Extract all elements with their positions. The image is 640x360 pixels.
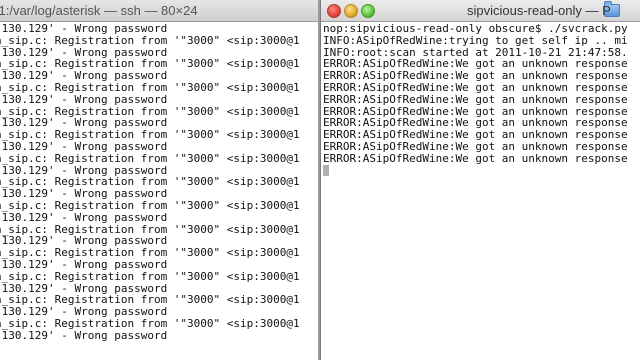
right-window-title: sipvicious-read-only — P	[467, 3, 611, 18]
terminal-line: .130.129' - Wrong password	[0, 257, 168, 271]
right-terminal-window[interactable]: sipvicious-read-only — P nop:sipvicious-…	[320, 0, 640, 360]
terminal-line: ERROR:ASipOfRedWine:We got an unknown re…	[323, 139, 628, 153]
terminal-line: n_sip.c: Registration from '"3000" <sip:…	[0, 151, 300, 165]
terminal-line: n_sip.c: Registration from '"3000" <sip:…	[0, 269, 300, 283]
text-cursor	[323, 164, 329, 176]
terminal-line: .130.129' - Wrong password	[0, 328, 168, 342]
maximize-icon[interactable]	[361, 4, 375, 18]
terminal-line: .130.129' - Wrong password	[0, 139, 168, 153]
terminal-line: .130.129' - Wrong password	[0, 92, 168, 106]
left-window-titlebar[interactable]: x1:/var/log/asterisk — ssh — 80×24	[0, 0, 318, 22]
prompt-line[interactable]	[323, 164, 640, 177]
terminal-line: INFO:ASipOfRedWine:trying to get self ip…	[323, 33, 628, 47]
right-terminal-output[interactable]: nop:sipvicious-read-only obscure$ ./svcr…	[321, 22, 640, 360]
terminal-line: n_sip.c: Registration from '"3000" <sip:…	[0, 198, 300, 212]
terminal-line: n_sip.c: Registration from '"3000" <sip:…	[0, 316, 300, 330]
left-terminal-window[interactable]: x1:/var/log/asterisk — ssh — 80×24 .130.…	[0, 0, 318, 360]
left-window-title: x1:/var/log/asterisk — ssh — 80×24	[0, 3, 198, 18]
right-window-titlebar[interactable]: sipvicious-read-only — P	[321, 0, 640, 22]
minimize-icon[interactable]	[344, 4, 358, 18]
terminal-line: ERROR:ASipOfRedWine:We got an unknown re…	[323, 92, 628, 106]
terminal-line: ERROR:ASipOfRedWine:We got an unknown re…	[323, 80, 628, 94]
terminal-line: n_sip.c: Registration from '"3000" <sip:…	[0, 80, 300, 94]
left-terminal-output[interactable]: .130.129' - Wrong password n_sip.c: Regis…	[0, 22, 318, 360]
terminal-line: ERROR:ASipOfRedWine:We got an unknown re…	[323, 151, 628, 165]
close-icon[interactable]	[327, 4, 341, 18]
terminal-line: n_sip.c: Registration from '"3000" <sip:…	[0, 33, 300, 47]
terminal-line: .130.129' - Wrong password	[0, 210, 168, 224]
